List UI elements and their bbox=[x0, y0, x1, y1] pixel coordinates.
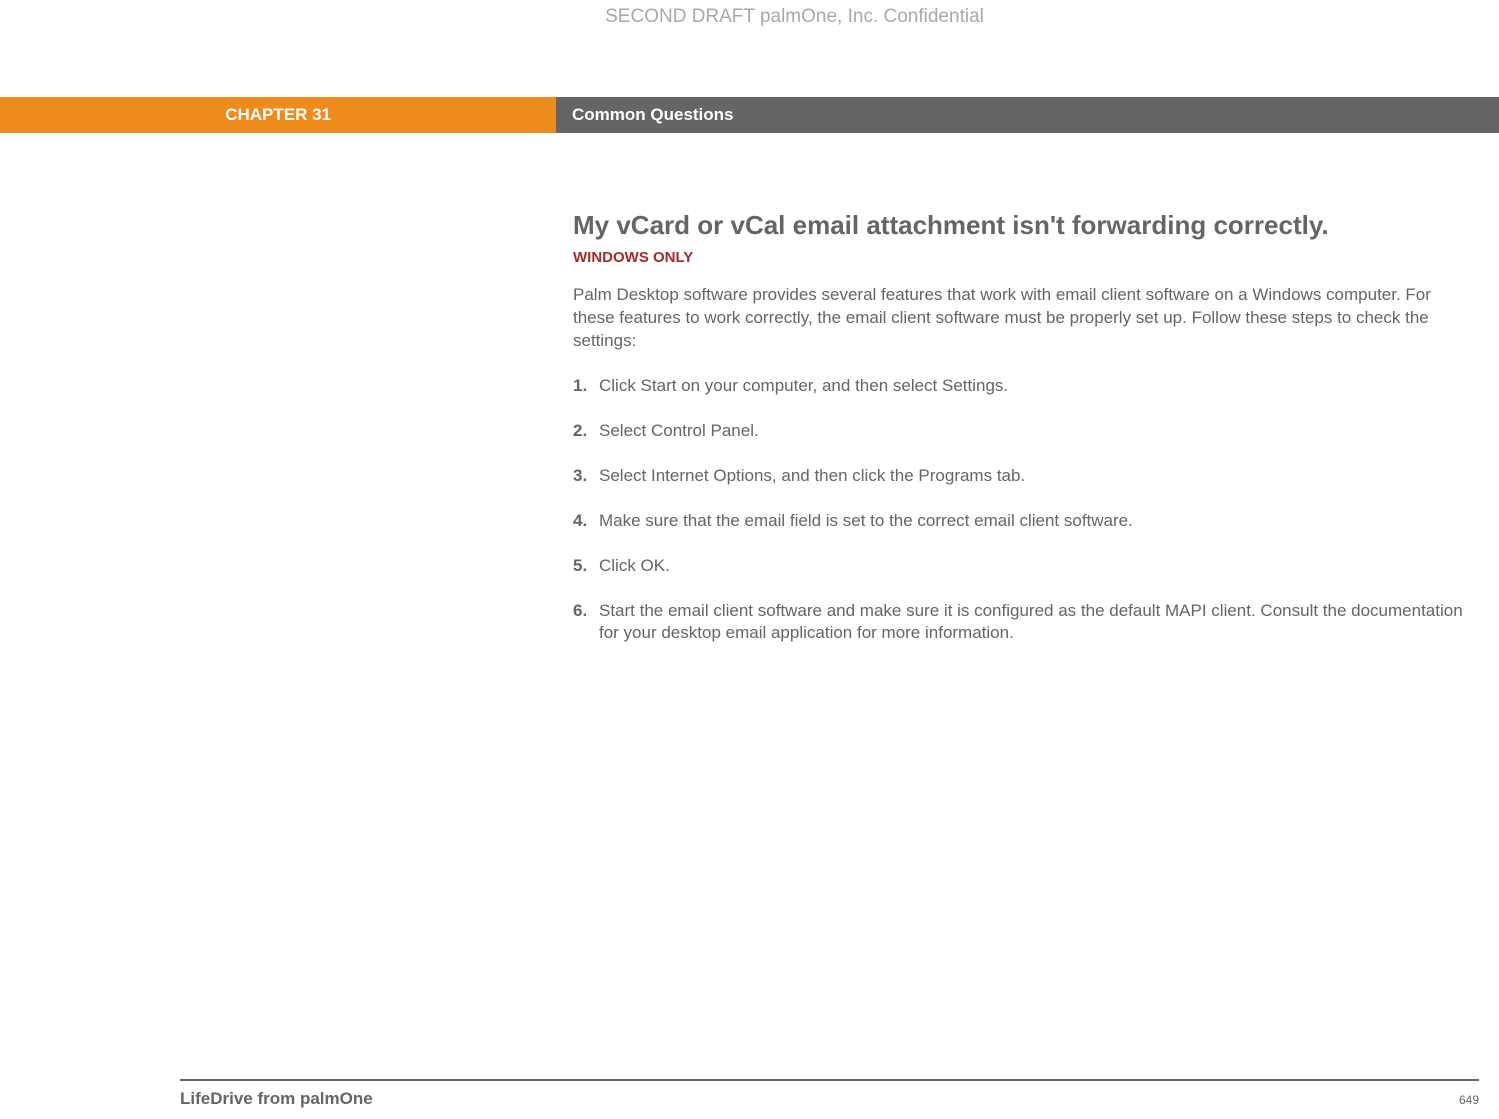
platform-note: WINDOWS ONLY bbox=[573, 249, 1479, 266]
chapter-title: Common Questions bbox=[556, 97, 1499, 133]
step-text: Click OK. bbox=[599, 555, 1479, 578]
step-item: 1. Click Start on your computer, and the… bbox=[573, 375, 1479, 398]
step-item: 6. Start the email client software and m… bbox=[573, 600, 1479, 646]
step-text: Select Control Panel. bbox=[599, 420, 1479, 443]
step-number: 2. bbox=[573, 420, 595, 443]
step-number: 5. bbox=[573, 555, 595, 578]
page-number: 649 bbox=[1459, 1093, 1479, 1107]
step-number: 1. bbox=[573, 375, 595, 398]
chapter-label: CHAPTER 31 bbox=[0, 97, 556, 133]
step-text: Make sure that the email field is set to… bbox=[599, 510, 1479, 533]
page-footer: LifeDrive from palmOne 649 bbox=[180, 1079, 1479, 1109]
chapter-header-bar: CHAPTER 31 Common Questions bbox=[0, 97, 1499, 133]
step-item: 4. Make sure that the email field is set… bbox=[573, 510, 1479, 533]
step-item: 3. Select Internet Options, and then cli… bbox=[573, 465, 1479, 488]
section-heading: My vCard or vCal email attachment isn't … bbox=[573, 210, 1479, 241]
footer-title: LifeDrive from palmOne bbox=[180, 1089, 373, 1109]
step-item: 2. Select Control Panel. bbox=[573, 420, 1479, 443]
step-text: Select Internet Options, and then click … bbox=[599, 465, 1479, 488]
step-number: 3. bbox=[573, 465, 595, 488]
step-number: 6. bbox=[573, 600, 595, 646]
step-text: Start the email client software and make… bbox=[599, 600, 1479, 646]
main-content: My vCard or vCal email attachment isn't … bbox=[573, 210, 1479, 667]
confidential-header: SECOND DRAFT palmOne, Inc. Confidential bbox=[0, 6, 1499, 28]
steps-list: 1. Click Start on your computer, and the… bbox=[573, 375, 1479, 646]
intro-paragraph: Palm Desktop software provides several f… bbox=[573, 284, 1453, 353]
step-number: 4. bbox=[573, 510, 595, 533]
step-item: 5. Click OK. bbox=[573, 555, 1479, 578]
step-text: Click Start on your computer, and then s… bbox=[599, 375, 1479, 398]
